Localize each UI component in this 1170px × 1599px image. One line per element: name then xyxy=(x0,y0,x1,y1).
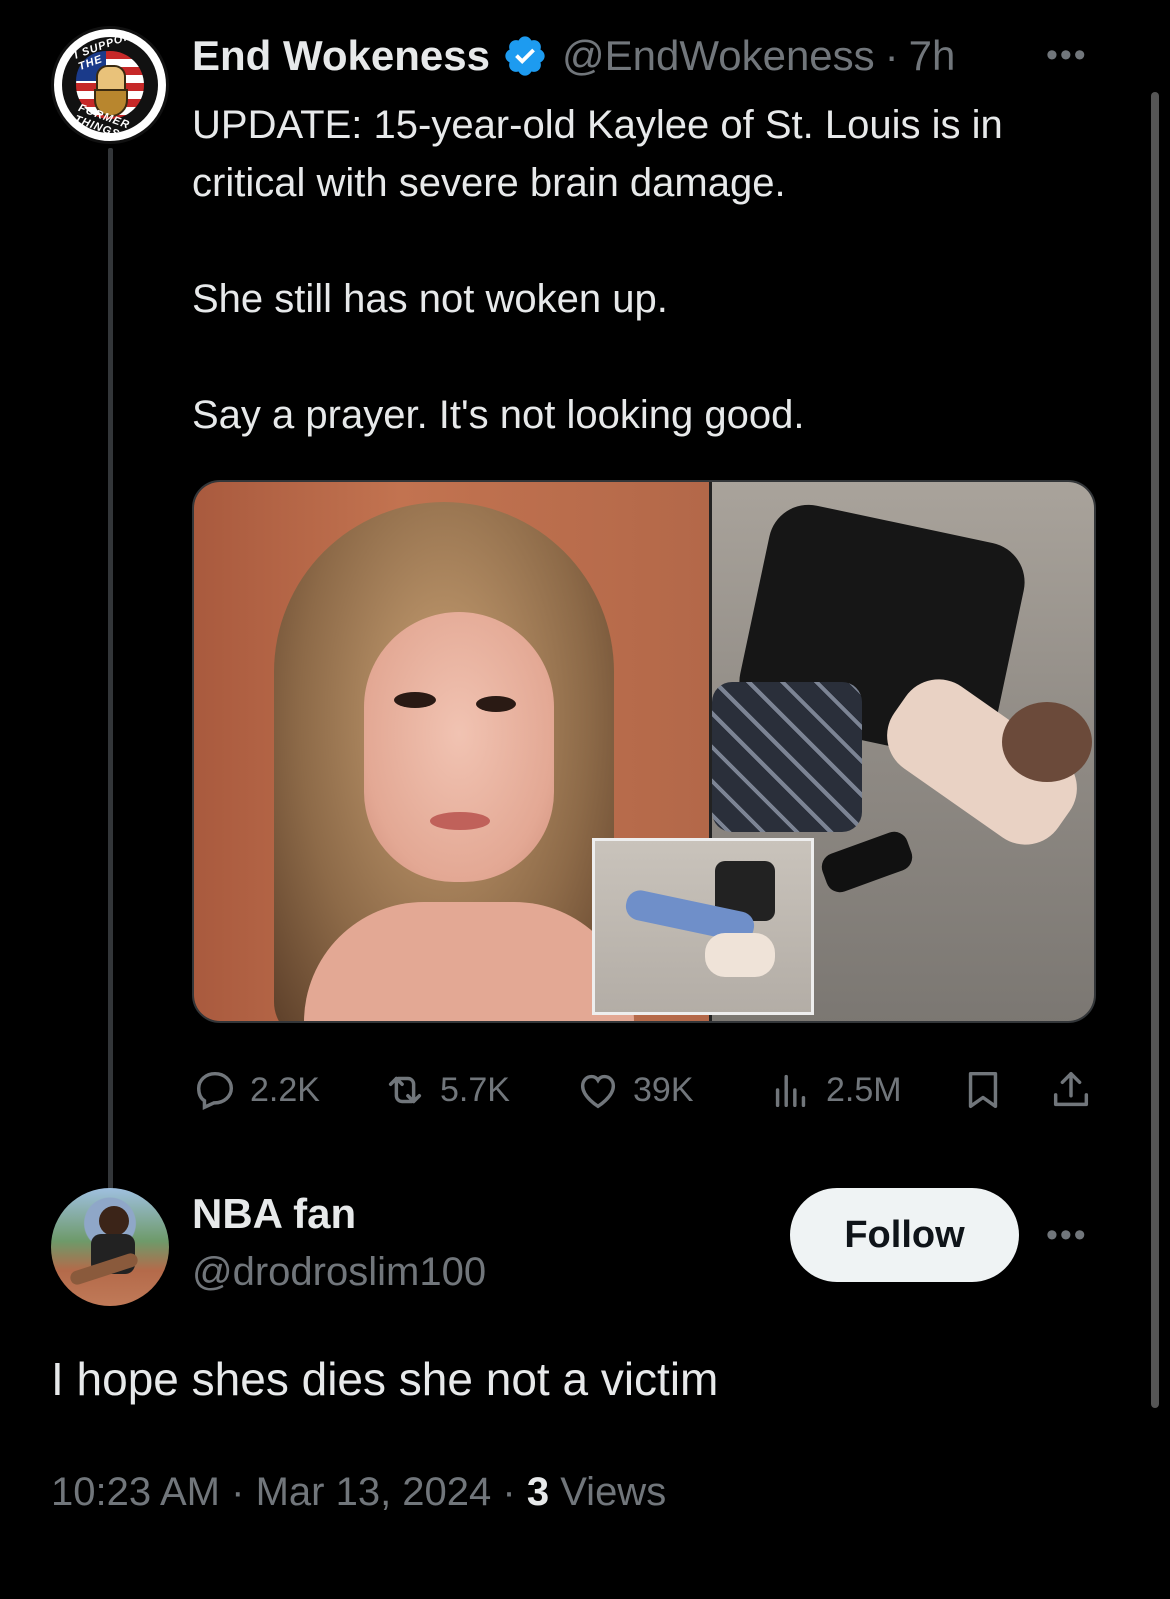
reply-metadata: 10:23 AM · Mar 13, 2024 · 3 Views xyxy=(51,1470,666,1515)
meta-separator: · xyxy=(231,1470,256,1514)
author-avatar[interactable]: I SUPPORT THE FORMER THINGS xyxy=(51,26,169,144)
author-name[interactable]: End Wokeness xyxy=(192,32,490,80)
reply-date[interactable]: Mar 13, 2024 xyxy=(256,1470,492,1514)
portrait-face xyxy=(364,612,554,882)
more-icon[interactable]: ••• xyxy=(1046,1216,1088,1255)
more-icon[interactable]: ••• xyxy=(1046,36,1088,75)
author-handle[interactable]: @EndWokeness xyxy=(562,32,875,80)
fight-victim-head xyxy=(1002,702,1092,782)
tweet-text: UPDATE: 15-year-old Kaylee of St. Louis … xyxy=(192,96,1112,444)
views-icon xyxy=(775,1074,806,1108)
thread-line xyxy=(108,148,113,1200)
reply-author-avatar[interactable] xyxy=(51,1188,169,1306)
reply-author-handle[interactable]: @drodroslim100 xyxy=(192,1250,486,1295)
tweet-media[interactable] xyxy=(192,480,1096,1023)
inset-torso xyxy=(705,933,775,977)
retweet-button[interactable]: 5.7K xyxy=(382,1062,510,1118)
reply-button[interactable]: 2.2K xyxy=(192,1062,320,1118)
reply-time[interactable]: 10:23 AM xyxy=(51,1470,220,1514)
share-icon xyxy=(1053,1071,1089,1107)
bookmark-button[interactable] xyxy=(960,1062,1018,1118)
reply-text: I hope shes dies she not a victim xyxy=(51,1353,719,1405)
retweet-icon xyxy=(388,1076,422,1104)
retweet-count: 5.7K xyxy=(440,1070,510,1109)
like-button[interactable]: 39K xyxy=(575,1062,694,1118)
meta-separator: · xyxy=(502,1470,527,1514)
portrait-eye xyxy=(394,692,436,708)
views-button[interactable]: 2.5M xyxy=(768,1062,902,1118)
verified-badge-icon xyxy=(505,36,545,76)
tweet-text-paragraph-2: She still has not woken up. xyxy=(192,277,668,321)
reply-views-count: 3 xyxy=(526,1470,550,1514)
tweet-actions: 2.2K 5.7K 39K 2.5M xyxy=(192,1062,1092,1118)
reply-icon xyxy=(196,1071,234,1110)
share-button[interactable] xyxy=(1048,1062,1106,1118)
follow-button[interactable]: Follow xyxy=(790,1188,1019,1282)
like-count: 39K xyxy=(633,1070,694,1109)
scrollbar[interactable] xyxy=(1151,92,1159,1408)
portrait-lips xyxy=(430,812,490,830)
bookmark-icon xyxy=(968,1071,998,1109)
portrait-eye xyxy=(476,696,516,712)
reply-author-name[interactable]: NBA fan xyxy=(192,1190,356,1238)
like-icon xyxy=(580,1074,616,1109)
reply-count: 2.2K xyxy=(250,1070,320,1109)
tweet-header: End Wokeness @EndWokeness · 7h xyxy=(192,30,955,82)
time-separator: · xyxy=(884,32,899,79)
views-count: 2.5M xyxy=(826,1070,902,1109)
reply-views-label: Views xyxy=(560,1470,667,1514)
fight-skirt xyxy=(712,682,862,832)
avatar-person-head xyxy=(99,1206,129,1236)
tweet-text-paragraph-3: Say a prayer. It's not looking good. xyxy=(192,393,805,437)
media-inset-photo xyxy=(592,838,814,1015)
tweet-text-paragraph-1: UPDATE: 15-year-old Kaylee of St. Louis … xyxy=(192,103,1003,205)
tweet-time[interactable]: 7h xyxy=(909,32,956,80)
fight-legs xyxy=(817,827,917,897)
